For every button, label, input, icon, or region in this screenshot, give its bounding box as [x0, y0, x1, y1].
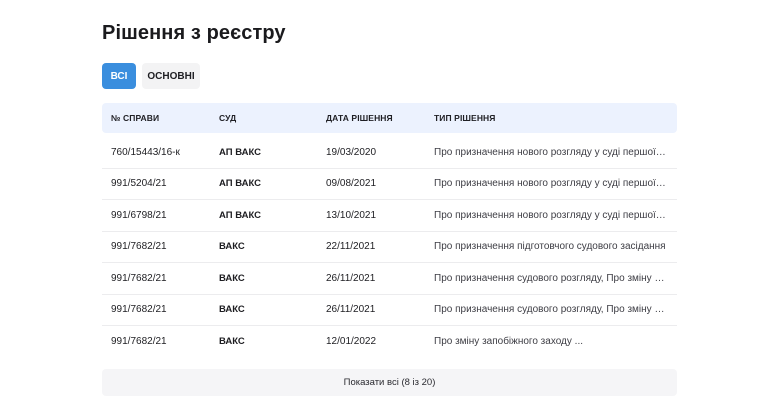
- tab-all[interactable]: ВСІ: [102, 63, 136, 89]
- cell-case-number: 991/7682/21: [111, 336, 167, 348]
- cell-case-number: 991/5204/21: [111, 178, 167, 190]
- table-body: 760/15443/16-к АП ВАКС 19/03/2020 Про пр…: [102, 137, 677, 358]
- cell-decision-date: 12/01/2022: [326, 336, 377, 348]
- cell-decision-date: 19/03/2020: [326, 146, 377, 158]
- cell-court: ВАКС: [219, 272, 245, 284]
- cell-decision-date: 22/11/2021: [326, 241, 376, 253]
- cell-decision-date: 26/11/2021: [326, 304, 376, 316]
- table-row[interactable]: 991/7682/21 ВАКС 12/01/2022 Про зміну за…: [102, 326, 677, 358]
- cell-decision-type: Про призначення нового розгляду у суді п…: [434, 209, 675, 221]
- cell-court: ВАКС: [219, 241, 245, 253]
- table-row[interactable]: 991/7682/21 ВАКС 26/11/2021 Про призначе…: [102, 263, 677, 295]
- cell-decision-type: Про зміну запобіжного заходу ...: [434, 336, 584, 348]
- column-header-decision-type[interactable]: ТИП РІШЕННЯ: [425, 113, 677, 123]
- table-row[interactable]: 991/7682/21 ВАКС 26/11/2021 Про призначе…: [102, 295, 677, 326]
- column-header-court[interactable]: СУД: [210, 113, 317, 123]
- cell-case-number: 760/15443/16-к: [111, 146, 180, 158]
- cell-decision-type: Про призначення нового розгляду у суді п…: [434, 146, 675, 158]
- column-header-decision-date[interactable]: ДАТА РІШЕННЯ: [317, 113, 425, 123]
- page-title: Рішення з реєстру: [102, 22, 286, 44]
- cell-court: АП ВАКС: [219, 146, 261, 158]
- cell-case-number: 991/7682/21: [111, 272, 167, 284]
- cell-case-number: 991/6798/21: [111, 209, 167, 221]
- cell-case-number: 991/7682/21: [111, 304, 167, 316]
- decisions-table: № СПРАВИ СУД ДАТА РІШЕННЯ ТИП РІШЕННЯ 76…: [102, 103, 677, 358]
- table-row[interactable]: 760/15443/16-к АП ВАКС 19/03/2020 Про пр…: [102, 137, 677, 169]
- cell-decision-date: 26/11/2021: [326, 272, 376, 284]
- filter-tabs: ВСІ ОСНОВНІ: [102, 63, 200, 89]
- cell-decision-type: Про призначення нового розгляду у суді п…: [434, 178, 675, 190]
- cell-court: ВАКС: [219, 304, 245, 316]
- table-header: № СПРАВИ СУД ДАТА РІШЕННЯ ТИП РІШЕННЯ: [102, 103, 677, 133]
- cell-court: АП ВАКС: [219, 178, 261, 190]
- cell-decision-date: 13/10/2021: [326, 209, 377, 221]
- cell-decision-type: Про призначення підготовчого судового за…: [434, 241, 666, 253]
- cell-decision-type: Про призначення судового розгляду, Про з…: [434, 304, 673, 316]
- cell-decision-type: Про призначення судового розгляду, Про з…: [434, 272, 673, 284]
- table-row[interactable]: 991/7682/21 ВАКС 22/11/2021 Про призначе…: [102, 232, 677, 263]
- cell-decision-date: 09/08/2021: [326, 178, 377, 190]
- show-all-button[interactable]: Показати всі (8 із 20): [102, 369, 677, 396]
- cell-court: ВАКС: [219, 336, 245, 348]
- table-row[interactable]: 991/5204/21 АП ВАКС 09/08/2021 Про призн…: [102, 169, 677, 200]
- cell-case-number: 991/7682/21: [111, 241, 167, 253]
- column-header-case-number[interactable]: № СПРАВИ: [102, 113, 210, 123]
- tab-main[interactable]: ОСНОВНІ: [142, 63, 200, 89]
- table-row[interactable]: 991/6798/21 АП ВАКС 13/10/2021 Про призн…: [102, 200, 677, 232]
- cell-court: АП ВАКС: [219, 209, 261, 221]
